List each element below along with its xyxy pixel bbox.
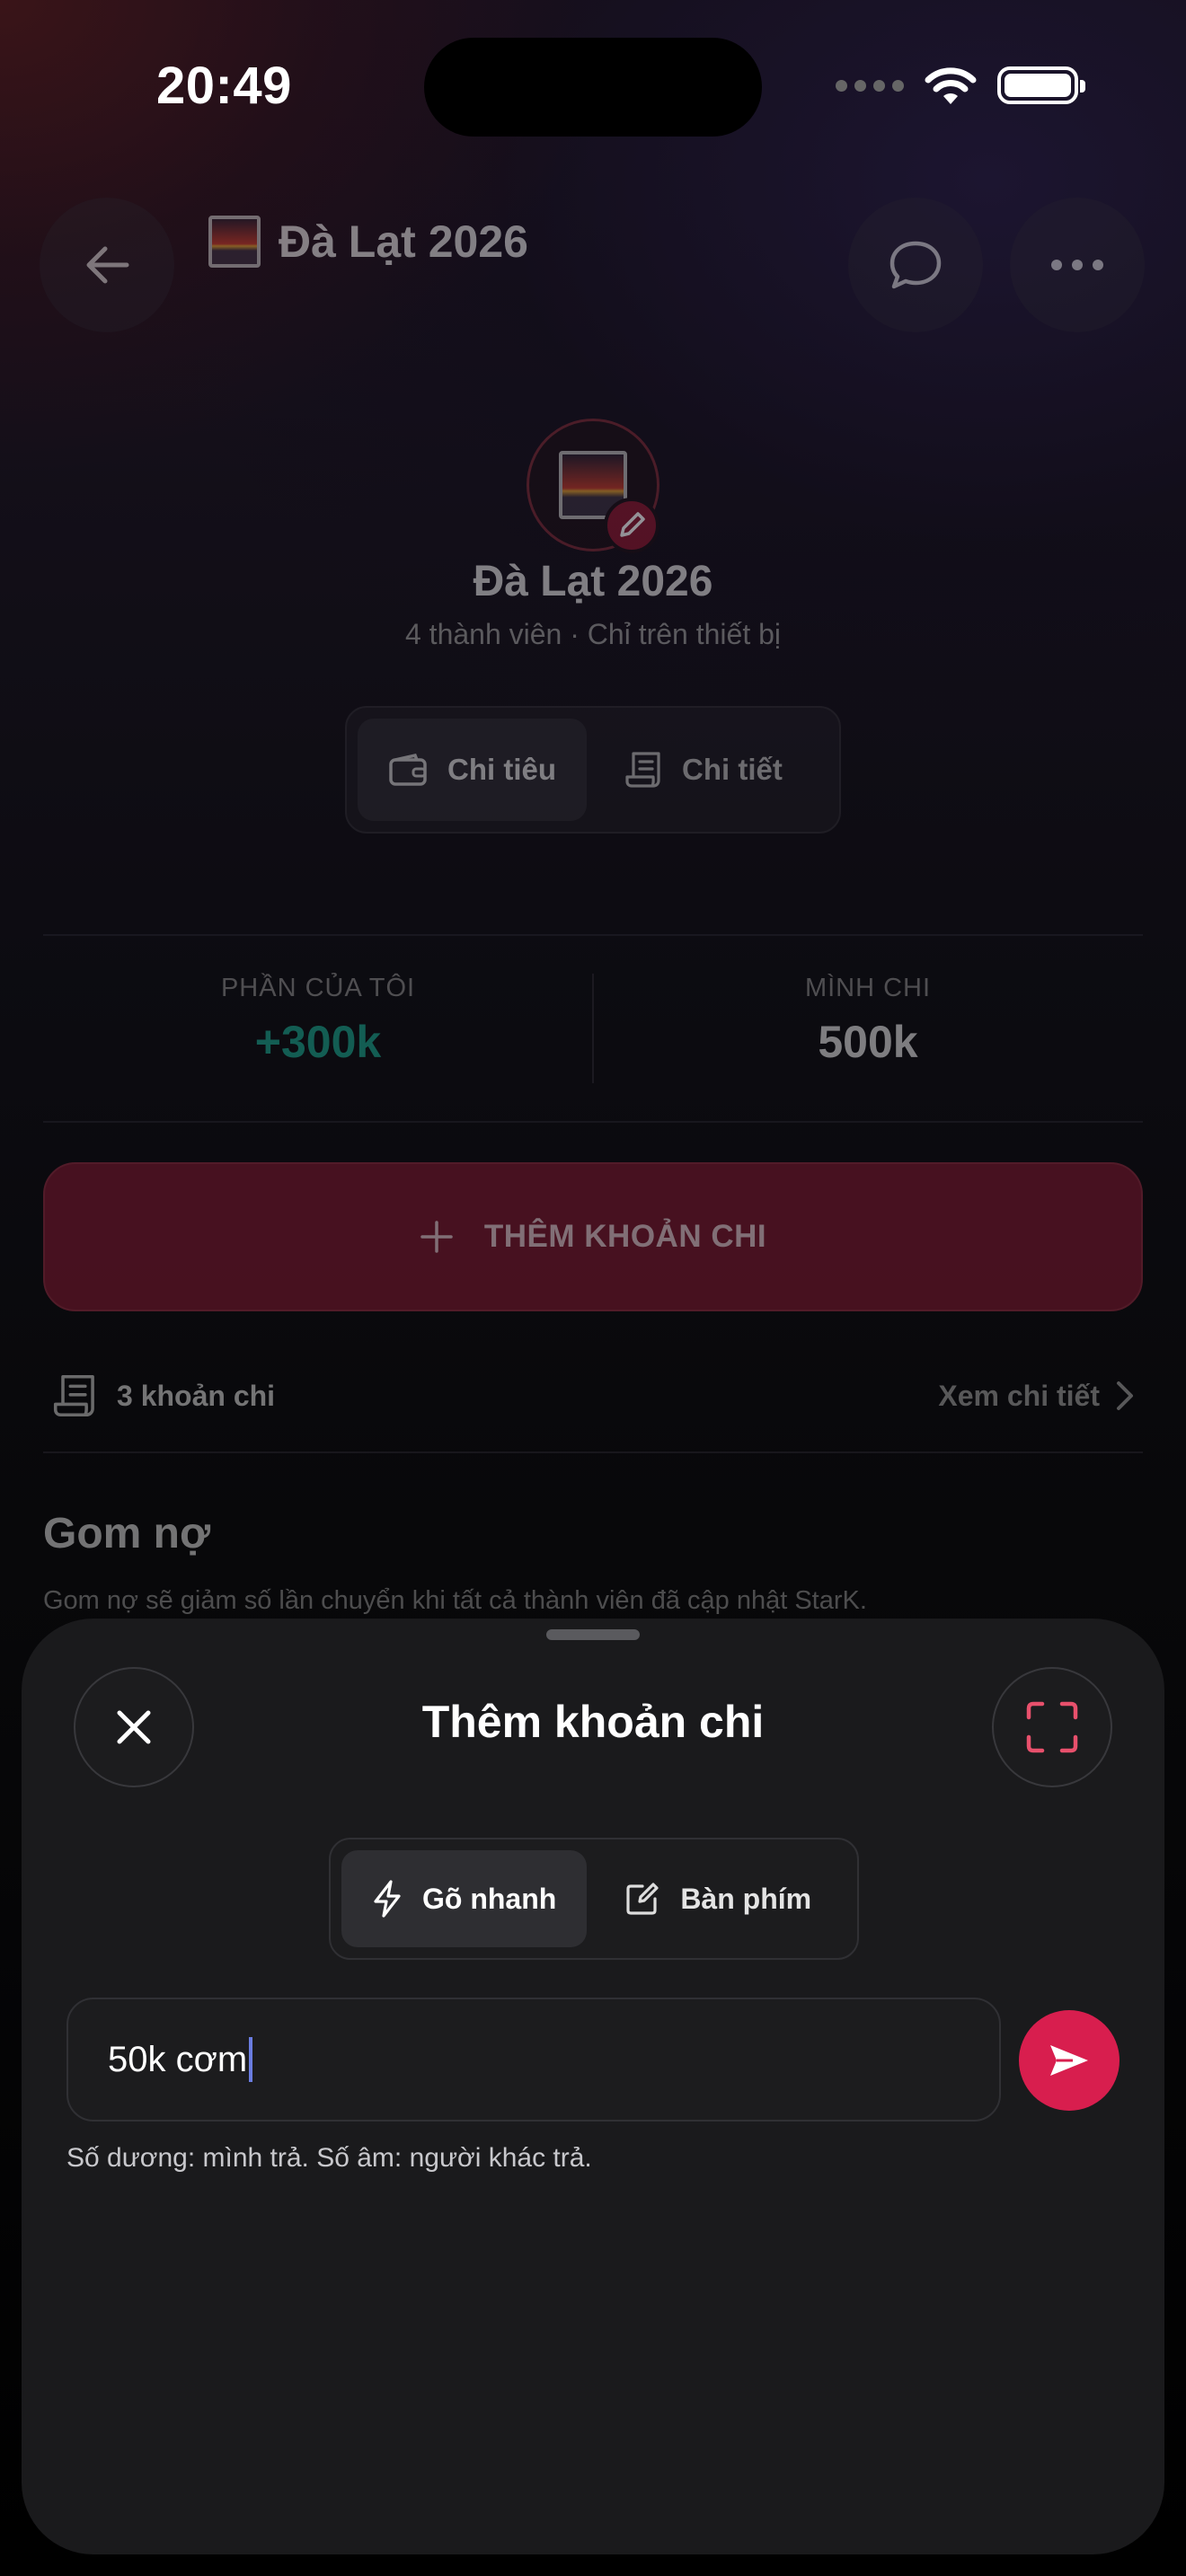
paid-stat: MÌNH CHI 500k bbox=[593, 974, 1143, 1068]
paid-label: MÌNH CHI bbox=[804, 974, 932, 1002]
edit-icon bbox=[626, 1883, 659, 1915]
paid-value: 500k bbox=[818, 1017, 918, 1067]
plus-icon bbox=[420, 1221, 453, 1253]
sheet-grabber[interactable] bbox=[546, 1629, 640, 1640]
receipt-icon bbox=[625, 752, 660, 788]
send-button[interactable] bbox=[1019, 2010, 1120, 2111]
debt-section-title: Gom nợ bbox=[43, 1510, 211, 1557]
tab-spending[interactable]: Chi tiêu bbox=[358, 719, 587, 821]
more-button[interactable] bbox=[1010, 198, 1145, 332]
divider bbox=[43, 1451, 1143, 1453]
view-details-link[interactable]: Xem chi tiết bbox=[938, 1380, 1134, 1413]
group-name: Đà Lạt 2026 bbox=[473, 558, 713, 605]
quick-expense-input-value: 50k cơm bbox=[108, 2039, 248, 2079]
tab-details[interactable]: Chi tiết bbox=[594, 719, 813, 821]
chevron-right-icon bbox=[1117, 1381, 1133, 1410]
status-icons bbox=[836, 65, 1085, 106]
scan-button[interactable] bbox=[992, 1667, 1112, 1787]
view-tabs: Chi tiêu Chi tiết bbox=[345, 706, 841, 834]
send-icon bbox=[1050, 2045, 1088, 2076]
chat-button[interactable] bbox=[848, 198, 983, 332]
debt-section-description: Gom nợ sẽ giảm số lần chuyển khi tất cả … bbox=[43, 1586, 867, 1615]
wifi-icon bbox=[925, 67, 977, 104]
tab-quick-type-label: Gõ nhanh bbox=[422, 1882, 557, 1915]
tab-details-label: Chi tiết bbox=[682, 753, 783, 786]
tab-quick-type[interactable]: Gõ nhanh bbox=[341, 1850, 588, 1947]
expenses-count: 3 khoản chi bbox=[117, 1379, 276, 1412]
group-image-icon bbox=[208, 216, 261, 268]
scan-icon bbox=[1026, 1701, 1078, 1753]
my-share-stat: PHẦN CỦA TÔI +300k bbox=[43, 974, 593, 1068]
back-button[interactable] bbox=[40, 198, 174, 332]
chat-bubble-icon bbox=[890, 241, 942, 289]
input-hint: Số dương: mình trả. Số âm: người khác tr… bbox=[66, 2143, 592, 2173]
header-title-text: Đà Lạt 2026 bbox=[279, 216, 528, 267]
divider bbox=[43, 934, 1143, 936]
my-share-label: PHẦN CỦA TÔI bbox=[220, 974, 416, 1002]
tab-keyboard[interactable]: Bàn phím bbox=[594, 1850, 842, 1947]
quick-expense-input[interactable]: 50k cơm bbox=[66, 1998, 1001, 2122]
text-caret bbox=[249, 2037, 253, 2082]
input-mode-tabs: Gõ nhanh Bàn phím bbox=[329, 1838, 859, 1960]
divider bbox=[43, 1121, 1143, 1123]
group-subtitle: 4 thành viên · Chỉ trên thiết bị bbox=[404, 618, 781, 650]
my-share-value: +300k bbox=[254, 1017, 382, 1067]
tab-spending-label: Chi tiêu bbox=[447, 753, 556, 786]
more-dots-icon bbox=[1051, 260, 1103, 270]
battery-icon bbox=[997, 66, 1085, 104]
arrow-left-icon bbox=[86, 246, 129, 284]
view-details-label: Xem chi tiết bbox=[938, 1379, 1100, 1412]
cellular-signal-icon bbox=[836, 79, 904, 92]
edit-avatar-button[interactable] bbox=[604, 498, 659, 553]
tab-keyboard-label: Bàn phím bbox=[680, 1882, 812, 1915]
lightning-icon bbox=[374, 1880, 401, 1918]
status-time: 20:49 bbox=[156, 57, 292, 115]
header-title: Đà Lạt 2026 bbox=[208, 216, 528, 268]
add-expense-label: THÊM KHOẢN CHI bbox=[483, 1219, 767, 1254]
expenses-summary-row[interactable]: 3 khoản chi Xem chi tiết bbox=[52, 1369, 1134, 1423]
add-expense-button[interactable]: THÊM KHOẢN CHI bbox=[43, 1162, 1143, 1311]
wallet-icon bbox=[389, 753, 427, 786]
pencil-icon bbox=[620, 512, 645, 537]
dynamic-island bbox=[424, 38, 762, 137]
receipt-icon bbox=[53, 1374, 94, 1417]
